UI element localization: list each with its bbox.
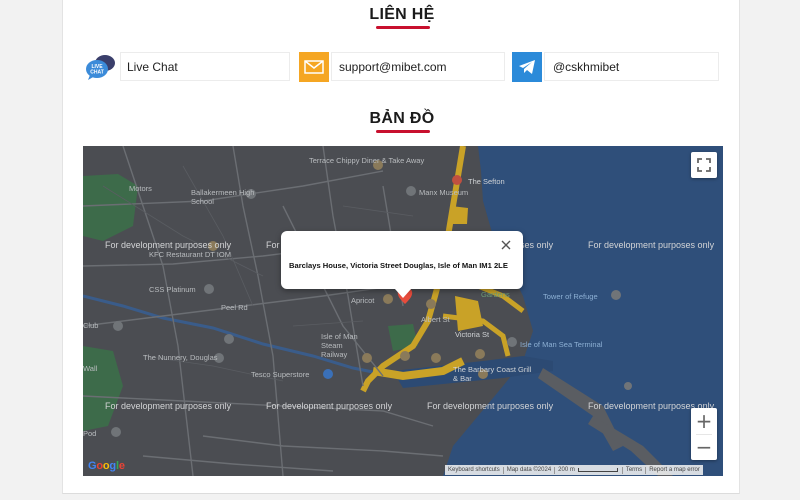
report-error-link[interactable]: Report a map error	[646, 467, 703, 473]
close-icon[interactable]	[499, 238, 513, 252]
google-logo: Google	[88, 460, 125, 472]
google-map[interactable]: Terrace Chippy Diner & Take Away Manx Mu…	[83, 146, 723, 476]
live-chat-box[interactable]: Live Chat	[120, 52, 290, 81]
telegram-box[interactable]: @cskhmibet	[544, 52, 719, 81]
dev-watermark: For development purposes only	[105, 240, 232, 250]
terms-link[interactable]: Terms	[623, 467, 645, 473]
fullscreen-button[interactable]	[691, 152, 717, 178]
svg-text:CHAT: CHAT	[90, 70, 104, 76]
map-data-text: Map data ©2024	[506, 467, 552, 473]
scale-bar	[577, 468, 618, 472]
map-title-underline	[376, 130, 430, 133]
zoom-control: + −	[691, 408, 717, 460]
dev-watermark: For development purposes only	[427, 401, 554, 411]
place-label: Apricot	[351, 296, 375, 305]
email-label: support@mibet.com	[339, 60, 447, 74]
map-tiles	[83, 146, 723, 476]
place-label: The Nunnery, Douglas	[143, 353, 218, 362]
info-window-address: Barclays House, Victoria Street Douglas,…	[289, 261, 508, 270]
telegram-icon[interactable]	[512, 52, 542, 82]
zoom-in-button[interactable]: +	[691, 408, 717, 434]
place-label: Victoria St	[455, 330, 490, 339]
live-chat-label: Live Chat	[127, 60, 178, 74]
place-label: Peel Rd	[221, 303, 248, 312]
place-label: The Barbary Coast Grill & Bar	[453, 365, 532, 383]
place-label: Isle of Man Sea Terminal	[520, 340, 603, 349]
dev-watermark: For development purposes only	[588, 240, 715, 250]
fullscreen-icon	[697, 158, 711, 172]
dev-watermark: For development purposes only	[266, 401, 393, 411]
telegram-label: @cskhmibet	[553, 60, 620, 74]
contact-section-title: LIÊN HỆ	[369, 6, 435, 23]
place-label: Albert St	[421, 315, 450, 324]
place-label: Motors	[129, 184, 152, 193]
place-label: Gardens	[481, 290, 510, 299]
place-label: Pod	[83, 429, 97, 438]
info-window: Barclays House, Victoria Street Douglas,…	[281, 231, 523, 289]
email-box[interactable]: support@mibet.com	[331, 52, 505, 81]
place-label: Ballakermeen High School	[191, 188, 255, 206]
map-section-title: BẢN ĐỒ	[369, 110, 435, 127]
scale-label[interactable]: 200 m	[555, 467, 578, 473]
page: LIÊN HỆ LIVE CHAT Live Chat support@mibe…	[62, 0, 740, 494]
zoom-out-button[interactable]: −	[691, 434, 717, 460]
keyboard-shortcuts-link[interactable]: Keyboard shortcuts	[445, 467, 503, 473]
place-label: Wall	[83, 364, 98, 373]
place-label: Manx Museum	[419, 188, 469, 197]
live-chat-icon[interactable]: LIVE CHAT	[85, 52, 117, 82]
dev-watermark: For development purposes only	[105, 401, 232, 411]
map-attribution-bar: Keyboard shortcuts Map data ©2024 200 m …	[445, 465, 703, 475]
place-label: The Sefton	[468, 177, 505, 186]
place-label: Isle of Man Steam Railway	[321, 332, 358, 359]
info-window-tail	[395, 289, 411, 298]
place-label: Terrace Chippy Diner & Take Away	[309, 156, 425, 165]
contact-title-underline	[376, 26, 430, 29]
place-label: Club	[83, 321, 99, 330]
place-label: CSS Platinum	[149, 285, 196, 294]
place-label: Tesco Superstore	[251, 370, 310, 379]
mail-icon[interactable]	[299, 52, 329, 82]
place-label: Tower of Refuge	[543, 292, 598, 301]
place-label: KFC Restaurant DT IOM	[149, 250, 231, 259]
